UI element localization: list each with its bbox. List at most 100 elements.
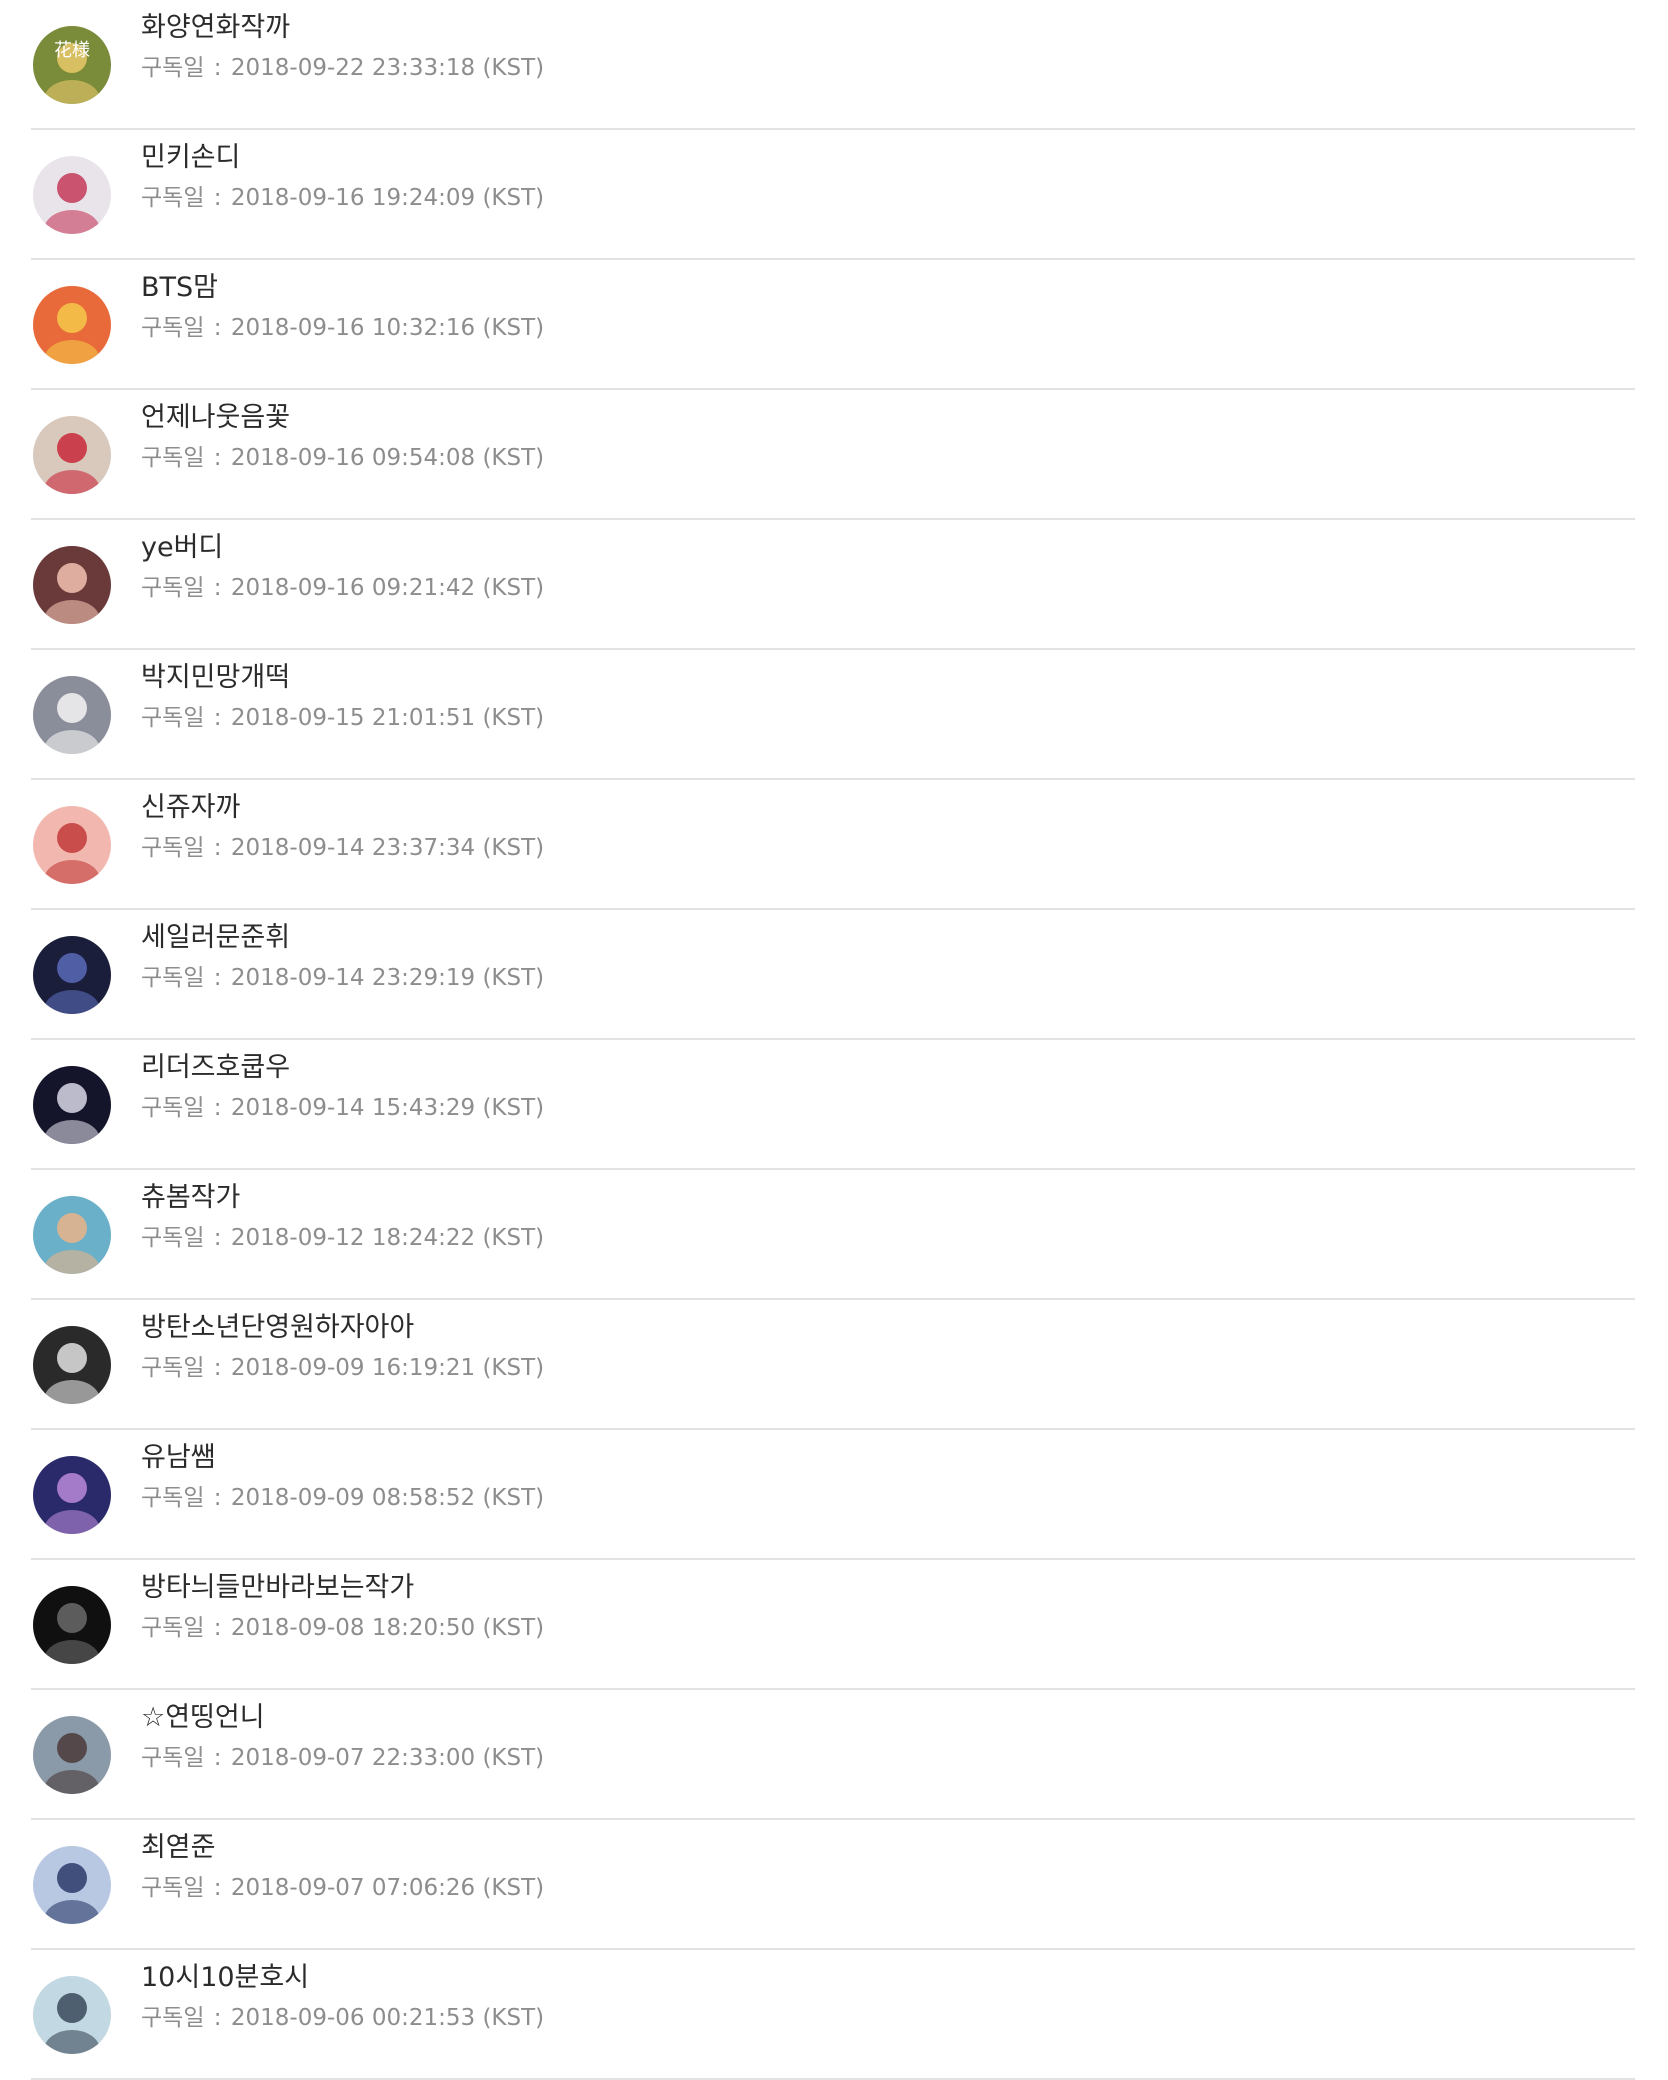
avatar-image <box>33 546 111 624</box>
subscriber-row[interactable]: 언제나웃음꽃 구독일 : 2018-09-16 09:54:08 (KST) <box>31 390 1635 520</box>
subscriber-row[interactable]: 방타늬들만바라보는작가 구독일 : 2018-09-08 18:20:50 (K… <box>31 1560 1635 1690</box>
subscribe-date-line: 구독일 : 2018-09-12 18:24:22 (KST) <box>141 1225 545 1251</box>
subscribe-date-line: 구독일 : 2018-09-07 07:06:26 (KST) <box>141 1875 545 1901</box>
subscribe-date-label: 구독일 <box>141 1745 205 1771</box>
timezone-label: (KST) <box>482 1225 545 1251</box>
subscribe-date-line: 구독일 : 2018-09-16 10:32:16 (KST) <box>141 315 545 341</box>
avatar-image <box>33 1326 111 1404</box>
avatar-image: 花様 <box>33 26 111 104</box>
subscribe-date-line: 구독일 : 2018-09-14 23:37:34 (KST) <box>141 835 545 861</box>
subscribe-date-label: 구독일 <box>141 445 205 471</box>
subscribe-date-line: 구독일 : 2018-09-09 16:19:21 (KST) <box>141 1355 545 1381</box>
subscribe-date-value: 2018-09-16 09:21:42 <box>230 575 476 601</box>
avatar-image <box>33 1976 111 2054</box>
subscribe-date-value: 2018-09-22 23:33:18 <box>230 55 476 81</box>
subscribe-date-line: 구독일 : 2018-09-15 21:01:51 (KST) <box>141 705 545 731</box>
subscriber-row[interactable]: ye버디 구독일 : 2018-09-16 09:21:42 (KST) <box>31 520 1635 650</box>
avatar[interactable] <box>33 1976 111 2054</box>
timezone-label: (KST) <box>482 2005 545 2031</box>
avatar-image <box>33 936 111 1014</box>
subscribe-date-line: 구독일 : 2018-09-16 19:24:09 (KST) <box>141 185 545 211</box>
timezone-label: (KST) <box>482 575 545 601</box>
avatar[interactable] <box>33 936 111 1014</box>
subscriber-row[interactable]: 신쥬자까 구독일 : 2018-09-14 23:37:34 (KST) <box>31 780 1635 910</box>
subscriber-name[interactable]: 최엳준 <box>141 1831 216 1865</box>
subscribe-date-line: 구독일 : 2018-09-16 09:21:42 (KST) <box>141 575 545 601</box>
avatar[interactable] <box>33 1586 111 1664</box>
subscribe-date-value: 2018-09-06 00:21:53 <box>230 2005 476 2031</box>
subscribe-date-label: 구독일 <box>141 2005 205 2031</box>
subscriber-row[interactable]: 세일러문준휘 구독일 : 2018-09-14 23:29:19 (KST) <box>31 910 1635 1040</box>
avatar-image <box>33 286 111 364</box>
subscribe-date-value: 2018-09-07 07:06:26 <box>230 1875 476 1901</box>
subscribe-date-value: 2018-09-09 08:58:52 <box>230 1485 476 1511</box>
timezone-label: (KST) <box>482 1745 545 1771</box>
avatar[interactable] <box>33 1846 111 1924</box>
avatar[interactable] <box>33 1066 111 1144</box>
subscriber-name[interactable]: 신쥬자까 <box>141 791 240 825</box>
subscriber-name[interactable]: BTS맘 <box>141 271 218 305</box>
subscriber-name[interactable]: 방타늬들만바라보는작가 <box>141 1571 414 1605</box>
subscribe-date-line: 구독일 : 2018-09-14 23:29:19 (KST) <box>141 965 545 991</box>
subscribe-date-value: 2018-09-08 18:20:50 <box>230 1615 476 1641</box>
subscribe-date-value: 2018-09-07 22:33:00 <box>230 1745 476 1771</box>
subscribe-date-value: 2018-09-16 09:54:08 <box>230 445 476 471</box>
timezone-label: (KST) <box>482 705 545 731</box>
subscriber-name[interactable]: ye버디 <box>141 531 223 565</box>
subscriber-row[interactable]: 박지민망개떡 구독일 : 2018-09-15 21:01:51 (KST) <box>31 650 1635 780</box>
subscriber-row[interactable]: 유남쌤 구독일 : 2018-09-09 08:58:52 (KST) <box>31 1430 1635 1560</box>
avatar[interactable] <box>33 546 111 624</box>
avatar[interactable] <box>33 1196 111 1274</box>
timezone-label: (KST) <box>482 965 545 991</box>
timezone-label: (KST) <box>482 445 545 471</box>
avatar-image <box>33 1716 111 1794</box>
subscribe-date-line: 구독일 : 2018-09-14 15:43:29 (KST) <box>141 1095 545 1121</box>
subscribe-date-label: 구독일 <box>141 1875 205 1901</box>
subscriber-name[interactable]: 방탄소년단영원하자아아 <box>141 1311 414 1345</box>
avatar[interactable] <box>33 1716 111 1794</box>
timezone-label: (KST) <box>482 1875 545 1901</box>
subscribe-date-label: 구독일 <box>141 575 205 601</box>
avatar[interactable] <box>33 416 111 494</box>
subscribe-date-value: 2018-09-15 21:01:51 <box>230 705 476 731</box>
subscribe-date-label: 구독일 <box>141 1485 205 1511</box>
subscriber-name[interactable]: 리더즈호쿱우 <box>141 1051 290 1085</box>
subscriber-row[interactable]: 리더즈호쿱우 구독일 : 2018-09-14 15:43:29 (KST) <box>31 1040 1635 1170</box>
subscriber-name[interactable]: 화양연화작까 <box>141 11 290 45</box>
subscribe-date-label: 구독일 <box>141 1225 205 1251</box>
subscriber-name[interactable]: ☆연띵언니 <box>141 1701 265 1735</box>
subscribe-date-value: 2018-09-16 19:24:09 <box>230 185 476 211</box>
subscribe-date-label: 구독일 <box>141 55 205 81</box>
subscribe-date-label: 구독일 <box>141 705 205 731</box>
subscriber-row[interactable]: 최엳준 구독일 : 2018-09-07 07:06:26 (KST) <box>31 1820 1635 1950</box>
avatar[interactable] <box>33 1456 111 1534</box>
timezone-label: (KST) <box>482 1615 545 1641</box>
subscribe-date-label: 구독일 <box>141 965 205 991</box>
avatar[interactable] <box>33 676 111 754</box>
subscriber-row[interactable]: 츄봄작가 구독일 : 2018-09-12 18:24:22 (KST) <box>31 1170 1635 1300</box>
subscriber-name[interactable]: 츄봄작가 <box>141 1181 240 1215</box>
avatar-image <box>33 806 111 884</box>
subscriber-row[interactable]: 10시10분호시 구독일 : 2018-09-06 00:21:53 (KST) <box>31 1950 1635 2080</box>
subscriber-name[interactable]: 10시10분호시 <box>141 1961 309 1995</box>
timezone-label: (KST) <box>482 1095 545 1121</box>
subscriber-name[interactable]: 민키손디 <box>141 141 240 175</box>
avatar[interactable] <box>33 806 111 884</box>
subscribe-date-label: 구독일 <box>141 1355 205 1381</box>
subscriber-row[interactable]: 방탄소년단영원하자아아 구독일 : 2018-09-09 16:19:21 (K… <box>31 1300 1635 1430</box>
subscribe-date-value: 2018-09-14 23:37:34 <box>230 835 476 861</box>
subscriber-name[interactable]: 언제나웃음꽃 <box>141 401 290 435</box>
avatar[interactable] <box>33 1326 111 1404</box>
subscribe-date-line: 구독일 : 2018-09-06 00:21:53 (KST) <box>141 2005 545 2031</box>
avatar[interactable] <box>33 156 111 234</box>
subscriber-row[interactable]: 민키손디 구독일 : 2018-09-16 19:24:09 (KST) <box>31 130 1635 260</box>
subscriber-row[interactable]: 花様 화양연화작까 구독일 : 2018-09-22 23:33:18 (KST… <box>31 0 1635 130</box>
avatar[interactable]: 花様 <box>33 26 111 104</box>
subscriber-row[interactable]: BTS맘 구독일 : 2018-09-16 10:32:16 (KST) <box>31 260 1635 390</box>
subscriber-name[interactable]: 세일러문준휘 <box>141 921 290 955</box>
subscriber-name[interactable]: 유남쌤 <box>141 1441 216 1475</box>
avatar[interactable] <box>33 286 111 364</box>
subscribe-date-line: 구독일 : 2018-09-16 09:54:08 (KST) <box>141 445 545 471</box>
subscriber-row[interactable]: ☆연띵언니 구독일 : 2018-09-07 22:33:00 (KST) <box>31 1690 1635 1820</box>
subscriber-name[interactable]: 박지민망개떡 <box>141 661 290 695</box>
